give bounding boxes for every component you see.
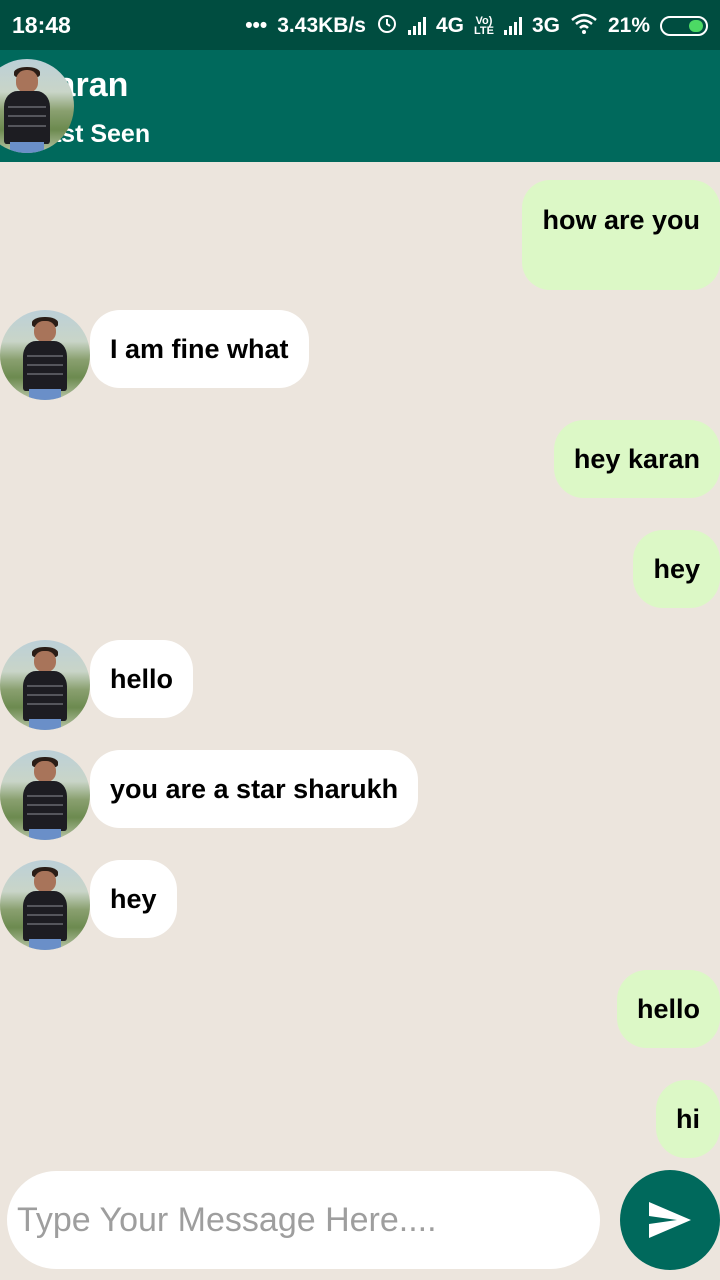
message-incoming[interactable]: hey — [90, 860, 177, 938]
network-type-2: 3G — [531, 14, 560, 37]
message-outgoing[interactable]: hey — [633, 530, 720, 608]
alarm-icon — [376, 12, 398, 40]
message-text: hi — [676, 1104, 700, 1134]
battery-percent: 21% — [607, 14, 650, 37]
send-button[interactable] — [620, 1170, 720, 1270]
sender-avatar — [0, 860, 90, 950]
message-incoming[interactable]: you are a star sharukh — [90, 750, 419, 828]
volte-bottom: LTE — [473, 25, 494, 37]
message-incoming[interactable]: hello — [90, 640, 194, 718]
sender-avatar — [0, 310, 90, 400]
status-time: 18:48 — [12, 12, 71, 38]
message-input[interactable] — [7, 1171, 600, 1269]
message-outgoing[interactable]: how are you — [522, 180, 720, 290]
sender-avatar — [0, 640, 90, 730]
sender-avatar — [0, 750, 90, 840]
message-text: you are a star sharukh — [110, 774, 399, 804]
message-outgoing[interactable]: hey karan — [553, 420, 720, 498]
message-incoming[interactable]: I am fine what — [90, 310, 309, 388]
message-text: hey — [653, 554, 700, 584]
chat-header: Karan Last Seen — [0, 50, 720, 162]
wifi-icon — [570, 12, 598, 40]
battery-charging-icon — [660, 16, 708, 36]
status-icons: ••• 3.43KB/s 4G Vo) LTE 3G 21% — [245, 12, 708, 40]
message-outgoing[interactable]: hi — [656, 1080, 720, 1158]
message-text: how are you — [542, 205, 700, 235]
network-speed: 3.43KB/s — [277, 14, 366, 37]
signal-icon-2 — [503, 17, 522, 35]
message-text: hey karan — [573, 444, 700, 474]
send-icon — [649, 1202, 691, 1238]
message-text: hello — [110, 664, 174, 694]
message-outgoing[interactable]: hello — [616, 970, 720, 1048]
message-text: I am fine what — [110, 334, 289, 364]
notification-dots: ••• — [245, 14, 268, 37]
signal-icon — [407, 17, 426, 35]
network-type-1: 4G — [435, 14, 464, 37]
message-text: hello — [636, 994, 700, 1024]
status-bar: 18:48 ••• 3.43KB/s 4G Vo) LTE 3G 21% — [0, 0, 720, 50]
message-text: hey — [110, 884, 157, 914]
volte-indicator: Vo) LTE — [473, 16, 494, 37]
